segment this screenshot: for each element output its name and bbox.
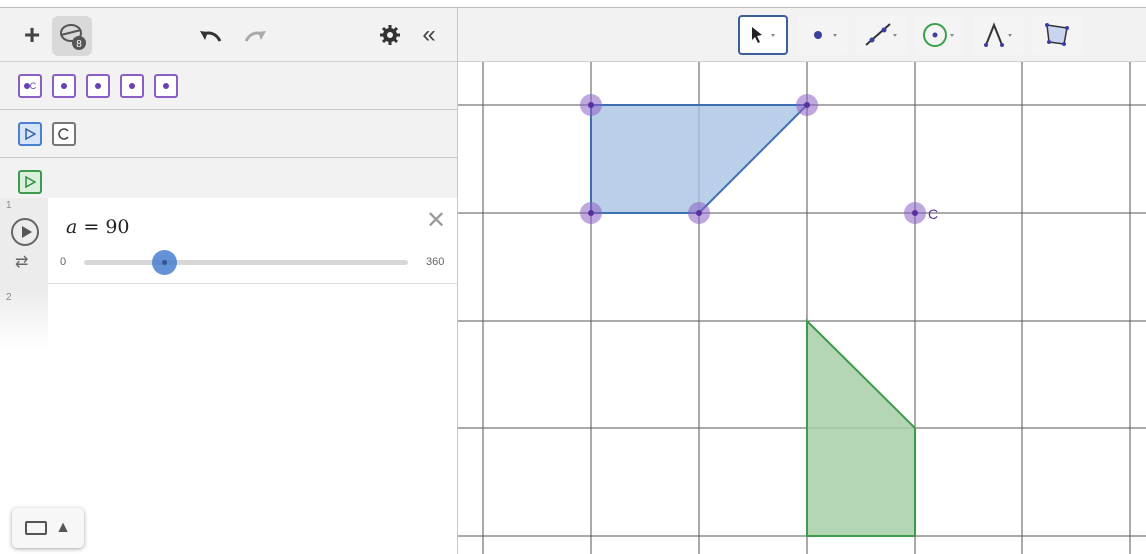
point [696, 210, 702, 216]
undo-icon [200, 31, 222, 42]
move-graphics-icon [25, 176, 36, 188]
delete-row-button[interactable]: ✕ [426, 206, 446, 235]
point-dot [163, 83, 169, 89]
green-quadrilateral[interactable] [806, 318, 916, 537]
circle-icon [923, 23, 954, 47]
slider-track[interactable] [84, 260, 408, 265]
algebra-row-1 [48, 198, 457, 284]
polygon-icon [1045, 23, 1069, 46]
gear-icon [380, 25, 400, 45]
slider-max: 360 [426, 256, 445, 268]
tool-row-points: C [0, 62, 457, 110]
point-c [912, 210, 918, 216]
point-tool-2[interactable] [86, 74, 110, 98]
graphics-view: C [458, 8, 1146, 554]
grid [458, 62, 1146, 554]
angle-icon [984, 22, 1012, 47]
collapse-panel-button[interactable]: « [414, 20, 444, 50]
settings-button[interactable] [375, 20, 405, 50]
chevron-up-icon: ▲ [55, 519, 71, 536]
keyboard-icon [25, 521, 48, 535]
algebra-view-button[interactable]: 8 [52, 16, 92, 56]
point-tool-1[interactable] [52, 74, 76, 98]
circle-tool[interactable] [914, 15, 964, 55]
variable-value: 90 [105, 216, 130, 238]
slider-definition[interactable]: a = 90 [66, 216, 130, 238]
point-tool-4[interactable] [154, 74, 178, 98]
move-tool-button[interactable] [18, 122, 42, 146]
point-tool[interactable] [798, 15, 848, 55]
graphics-canvas[interactable]: C [458, 62, 1146, 554]
redo-icon [244, 31, 266, 42]
undo-button[interactable] [196, 20, 226, 50]
point [588, 102, 594, 108]
tool-row-transform [0, 110, 457, 158]
keyboard-toggle-button[interactable]: ▲ [12, 508, 84, 548]
angle-tool[interactable] [974, 15, 1024, 55]
row-number-2: 2 [6, 292, 12, 303]
graphics-toolbar [458, 8, 1146, 62]
blue-quadrilateral[interactable] [590, 104, 810, 214]
variable-name: a [66, 216, 78, 238]
point-on-object-tool[interactable]: C [18, 74, 42, 98]
point-dot [129, 83, 135, 89]
point-c-label: C [928, 206, 938, 222]
line-tool[interactable] [856, 15, 906, 55]
point [804, 102, 810, 108]
window-top-border [0, 0, 1146, 8]
row-number-1: 1 [6, 200, 12, 211]
add-button[interactable]: + [14, 16, 50, 54]
move-icon [25, 128, 36, 140]
slider-min: 0 [60, 256, 67, 268]
rotate-icon [58, 128, 69, 140]
rotate-tool-button[interactable] [52, 122, 76, 146]
line-icon [865, 23, 897, 46]
move-tool[interactable] [738, 15, 788, 55]
tool-label: C [29, 81, 37, 91]
cursor-icon [752, 27, 775, 43]
point-icon [814, 31, 837, 39]
point-dot [95, 83, 101, 89]
point-dot [61, 83, 67, 89]
algebra-icon: 8 [60, 24, 86, 50]
repeat-icon[interactable]: ⇄ [15, 252, 28, 272]
panel-header: + 8 « [0, 8, 457, 62]
polygon-tool[interactable] [1032, 15, 1082, 55]
redo-button[interactable] [240, 20, 270, 50]
slider-knob[interactable] [152, 250, 177, 275]
move-graphics-tool-button[interactable] [18, 170, 42, 194]
play-animation-button[interactable] [11, 218, 39, 246]
point [588, 210, 594, 216]
point-tool-3[interactable] [120, 74, 144, 98]
svg-text:8: 8 [76, 39, 82, 50]
